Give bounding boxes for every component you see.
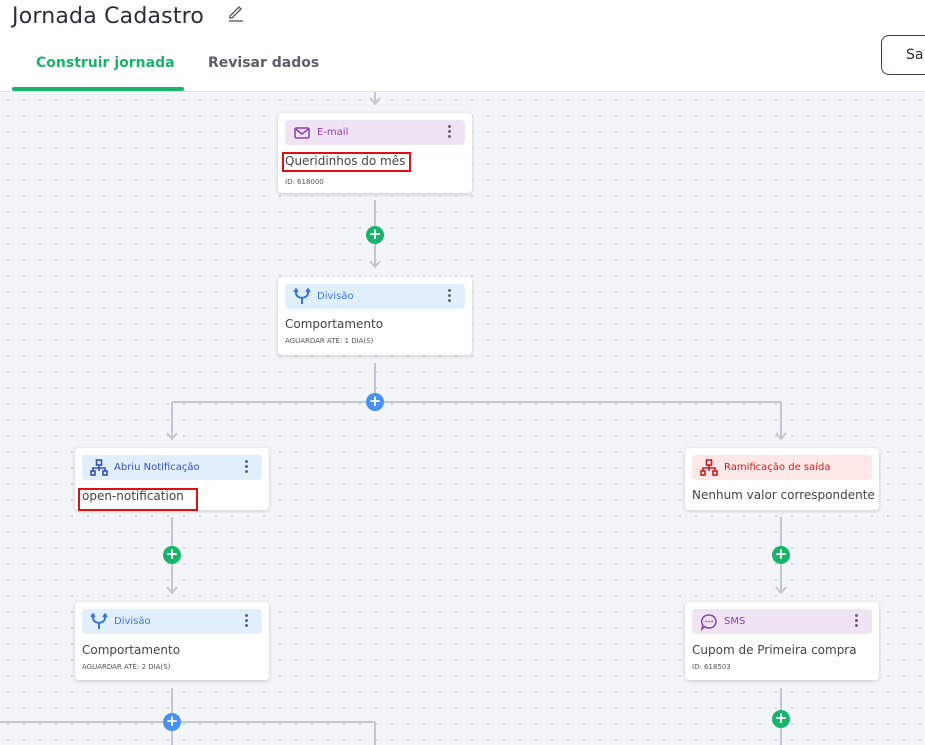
add-branch-button[interactable]: + [163, 713, 181, 731]
node-type-label: E-mail [317, 127, 349, 138]
exit-branch-node[interactable]: Ramificação de saída Nenhum valor corres… [685, 448, 879, 510]
kebab-menu-icon[interactable] [853, 614, 859, 630]
division-node-header: Divisão [285, 284, 465, 309]
split-icon [293, 288, 311, 304]
active-tab-indicator [12, 87, 184, 91]
wait-time-label: AGUARDAR ATÉ: 2 DIA(S) [82, 663, 171, 671]
page-title: Jornada Cadastro [12, 4, 205, 29]
add-branch-button[interactable]: + [366, 393, 384, 411]
node-type-label: Ramificação de saída [724, 462, 831, 473]
kebab-menu-icon[interactable] [446, 289, 452, 305]
pencil-icon[interactable] [227, 2, 245, 22]
division-node[interactable]: Divisão Comportamento AGUARDAR ATÉ: 1 DI… [278, 277, 472, 355]
wait-time-label: AGUARDAR ATÉ: 1 DIA(S) [285, 337, 374, 345]
add-step-button[interactable]: + [772, 546, 790, 564]
email-node-header: E-mail [285, 120, 465, 145]
kebab-menu-icon[interactable] [446, 125, 452, 141]
node-title: Cupom de Primeira compra [692, 643, 857, 657]
node-title: Nenhum valor correspondente [692, 488, 875, 502]
node-type-label: Divisão [114, 616, 151, 627]
kebab-menu-icon[interactable] [243, 460, 249, 476]
division-node[interactable]: Divisão Comportamento AGUARDAR ATÉ: 2 DI… [75, 602, 269, 680]
exit-branch-node-header: Ramificação de saída [692, 455, 872, 480]
envelope-icon [294, 127, 310, 139]
node-type-label: Abriu Notificação [114, 462, 200, 473]
add-step-button[interactable]: + [366, 226, 384, 244]
highlight-box [282, 152, 411, 172]
journey-header: Jornada Cadastro Construir jornada Revis… [0, 0, 925, 92]
node-id: ID: 618503 [692, 663, 731, 671]
hierarchy-icon [700, 459, 718, 476]
node-type-label: Divisão [317, 291, 354, 302]
node-id: ID: 618000 [285, 178, 324, 186]
add-step-button[interactable]: + [163, 546, 181, 564]
division-node-header: Divisão [82, 609, 262, 634]
split-icon [90, 613, 108, 629]
journey-canvas[interactable]: E-mail Queridinhos do mês ID: 618000 + D… [0, 92, 925, 745]
notification-node-header: Abriu Notificação [82, 455, 262, 480]
tab-construir-jornada[interactable]: Construir jornada [36, 55, 175, 71]
sms-node-header: SMS [692, 609, 872, 634]
node-type-label: SMS [724, 616, 746, 627]
chat-bubble-icon [700, 614, 717, 631]
node-title: Comportamento [82, 643, 181, 657]
highlight-box [78, 488, 198, 511]
save-button[interactable]: Sa [881, 35, 925, 75]
sms-node[interactable]: SMS Cupom de Primeira compra ID: 618503 [685, 602, 879, 680]
node-title: Comportamento [285, 317, 384, 331]
hierarchy-icon [90, 459, 108, 476]
kebab-menu-icon[interactable] [243, 614, 249, 630]
tab-revisar-dados[interactable]: Revisar dados [208, 55, 319, 71]
add-step-button[interactable]: + [772, 710, 790, 728]
